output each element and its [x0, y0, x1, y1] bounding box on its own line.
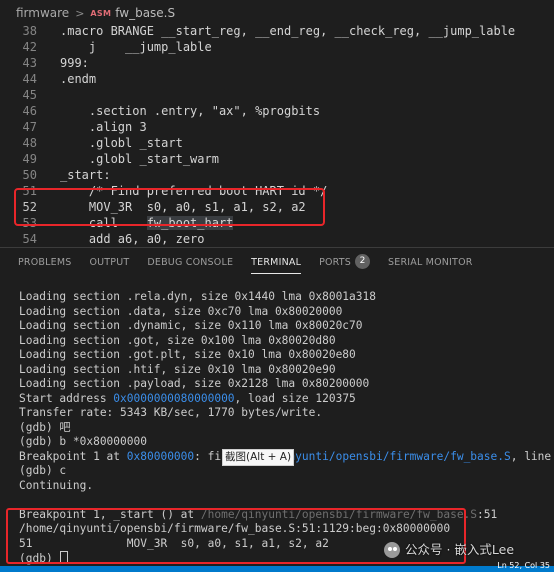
line-number: 45: [22, 88, 37, 102]
start-address-prefix: Start address: [19, 391, 114, 405]
wechat-watermark: 公众号 · 嵌入式Lee: [384, 540, 514, 560]
code-line: 45: [0, 87, 554, 103]
code-text: .globl _start: [60, 136, 183, 150]
start-address-value: 0x0000000080000000: [113, 391, 235, 405]
code-line: 54 add a6, a0, zero: [0, 231, 554, 247]
hit-suffix: :51: [477, 507, 498, 521]
terminal-line: Loading section .got.plt, size 0x10 lma …: [19, 348, 356, 361]
breadcrumb-file[interactable]: fw_base.S: [115, 6, 175, 20]
code-text: .macro BRANGE __start_reg, __end_reg, __…: [60, 24, 516, 38]
breakpoint-suffix: , line 51.: [510, 449, 552, 463]
wechat-icon: [384, 542, 400, 558]
tab-ports[interactable]: PORTS 2: [319, 248, 371, 278]
line-number: 49: [22, 152, 37, 166]
terminal-line: (gdb) b *0x80000000: [19, 435, 147, 448]
terminal-line: (gdb) 吧: [19, 420, 71, 434]
code-text: .section .entry, "ax", %progbits: [60, 104, 321, 118]
breakpoint-address: 0x80000000: [126, 449, 195, 463]
code-line: 49 .globl _start_warm: [0, 151, 554, 167]
terminal-line: (gdb) c: [19, 464, 67, 477]
screenshot-tooltip: 截图(Alt + A): [222, 449, 295, 466]
line-number: 42: [22, 40, 37, 54]
code-text: add a6, a0, zero: [60, 232, 205, 246]
ports-count-badge: 2: [355, 254, 371, 269]
terminal-line: Loading section .got, size 0x100 lma 0x8…: [19, 333, 336, 347]
code-text: .align 3: [60, 120, 147, 134]
line-number: 44: [22, 72, 37, 86]
line-number: 50: [22, 168, 37, 182]
tab-serial-monitor[interactable]: SERIAL MONITOR: [388, 248, 473, 278]
start-address-suffix: , load size 120375: [234, 391, 356, 405]
breakpoint-prefix: Breakpoint 1 at: [19, 449, 127, 463]
line-number: 54: [22, 232, 37, 246]
code-text: _start:: [60, 168, 111, 182]
code-line: 44 .endm: [0, 71, 554, 87]
code-line: 42 j __jump_lable: [0, 39, 554, 55]
code-line: 38 .macro BRANGE __start_reg, __end_reg, …: [0, 23, 554, 39]
asm-file-icon: ASM: [90, 8, 112, 18]
status-bar: Ln 52, Col 35: [0, 561, 554, 572]
terminal-line: Loading section .rela.dyn, size 0x1440 l…: [19, 290, 376, 303]
line-number: 43: [22, 56, 37, 70]
code-line: 50 _start:: [0, 167, 554, 183]
terminal-line: Loading section .dynamic, size 0x110 lma…: [19, 319, 363, 332]
tab-terminal[interactable]: TERMINAL: [251, 248, 301, 278]
code-text: j __jump_lable: [60, 40, 212, 54]
line-number: 38: [22, 24, 37, 38]
terminal-line: Continuing.: [19, 478, 94, 492]
line-number: 48: [22, 136, 37, 150]
panel-tabs: PROBLEMS OUTPUT DEBUG CONSOLE TERMINAL P…: [0, 248, 554, 278]
terminal-line: Transfer rate: 5343 KB/sec, 1770 bytes/w…: [19, 406, 323, 419]
chevron-right-icon: >: [75, 6, 85, 20]
terminal-line: Loading section .data, size 0xc70 lma 0x…: [19, 304, 343, 318]
terminal-line: Start address 0x0000000080000000, load s…: [19, 392, 356, 406]
code-line: 46 .section .entry, "ax", %progbits: [0, 103, 554, 119]
code-line: 48 .globl _start: [0, 135, 554, 151]
line-number: 47: [22, 120, 37, 134]
tab-output[interactable]: OUTPUT: [89, 248, 129, 278]
terminal-line: Loading section .htif, size 0x10 lma 0x8…: [19, 362, 336, 376]
line-number: 46: [22, 104, 37, 118]
terminal-line: Loading section .payload, size 0x2128 lm…: [19, 377, 370, 390]
highlight-annotation-box: [14, 188, 325, 226]
cursor-position[interactable]: Ln 52, Col 35: [497, 561, 550, 570]
code-line: 43 999:: [0, 55, 554, 71]
code-text: 999:: [60, 56, 89, 70]
breadcrumb-folder[interactable]: firmware: [16, 6, 69, 20]
code-text: .globl _start_warm: [60, 152, 219, 166]
tab-debug-console[interactable]: DEBUG CONSOLE: [147, 248, 233, 278]
watermark-text: 公众号 · 嵌入式Lee: [405, 542, 515, 557]
tab-ports-label: PORTS: [319, 257, 352, 268]
tab-problems[interactable]: PROBLEMS: [18, 248, 71, 278]
code-text: .endm: [60, 72, 97, 86]
code-line: 47 .align 3: [0, 119, 554, 135]
